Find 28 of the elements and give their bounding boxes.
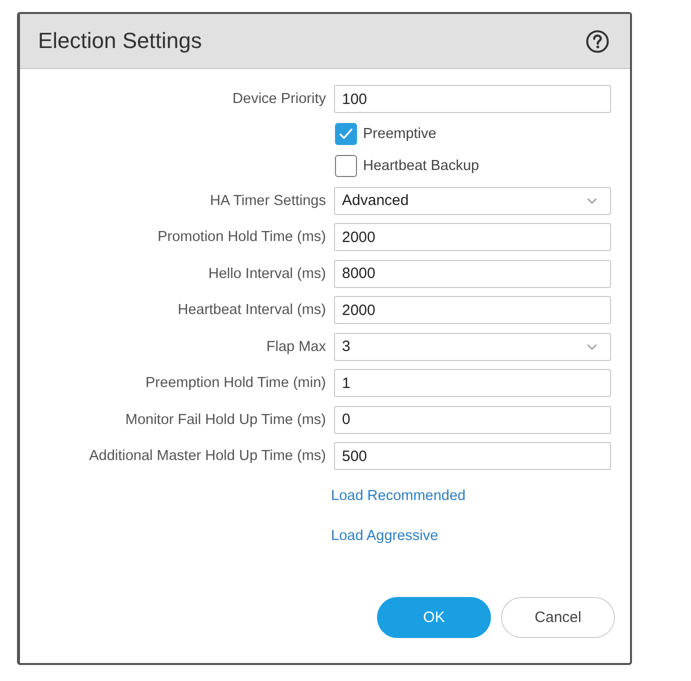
input-field[interactable]: 0	[334, 406, 611, 434]
field-label: HA Timer Settings	[210, 192, 326, 208]
field-label: Flap Max	[266, 338, 326, 354]
dialog-title: Election Settings	[38, 28, 202, 54]
dropdown[interactable]: 3	[334, 332, 611, 360]
input-field[interactable]: 500	[334, 442, 611, 470]
dropdown[interactable]: Advanced	[334, 186, 611, 214]
field-label: Device Priority	[232, 91, 326, 107]
field-label: Preemption Hold Time (min)	[146, 375, 326, 391]
checkbox[interactable]	[335, 122, 357, 144]
field-label: Heartbeat Interval (ms)	[178, 302, 326, 318]
checkmark-icon	[339, 128, 353, 140]
field-label: Hello Interval (ms)	[208, 266, 326, 282]
checkbox-label: Heartbeat Backup	[363, 158, 480, 174]
field-label: Monitor Fail Hold Up Time (ms)	[125, 412, 326, 428]
input-field[interactable]: 2000	[334, 296, 611, 324]
help-icon[interactable]	[586, 30, 609, 52]
text-link[interactable]: Load Recommended	[331, 486, 466, 506]
checkbox[interactable]	[335, 155, 357, 177]
input-field[interactable]: 8000	[334, 260, 611, 288]
checkbox-label: Preemptive	[363, 126, 436, 142]
input-field[interactable]: 100	[334, 85, 611, 113]
input-field[interactable]: 1	[334, 369, 611, 397]
text-link[interactable]: Load Aggressive	[331, 526, 438, 546]
field-label: Additional Master Hold Up Time (ms)	[89, 448, 326, 464]
cancel-button[interactable]: Cancel	[501, 597, 615, 638]
input-field[interactable]: 2000	[334, 223, 611, 251]
field-label: Promotion Hold Time (ms)	[158, 229, 326, 245]
